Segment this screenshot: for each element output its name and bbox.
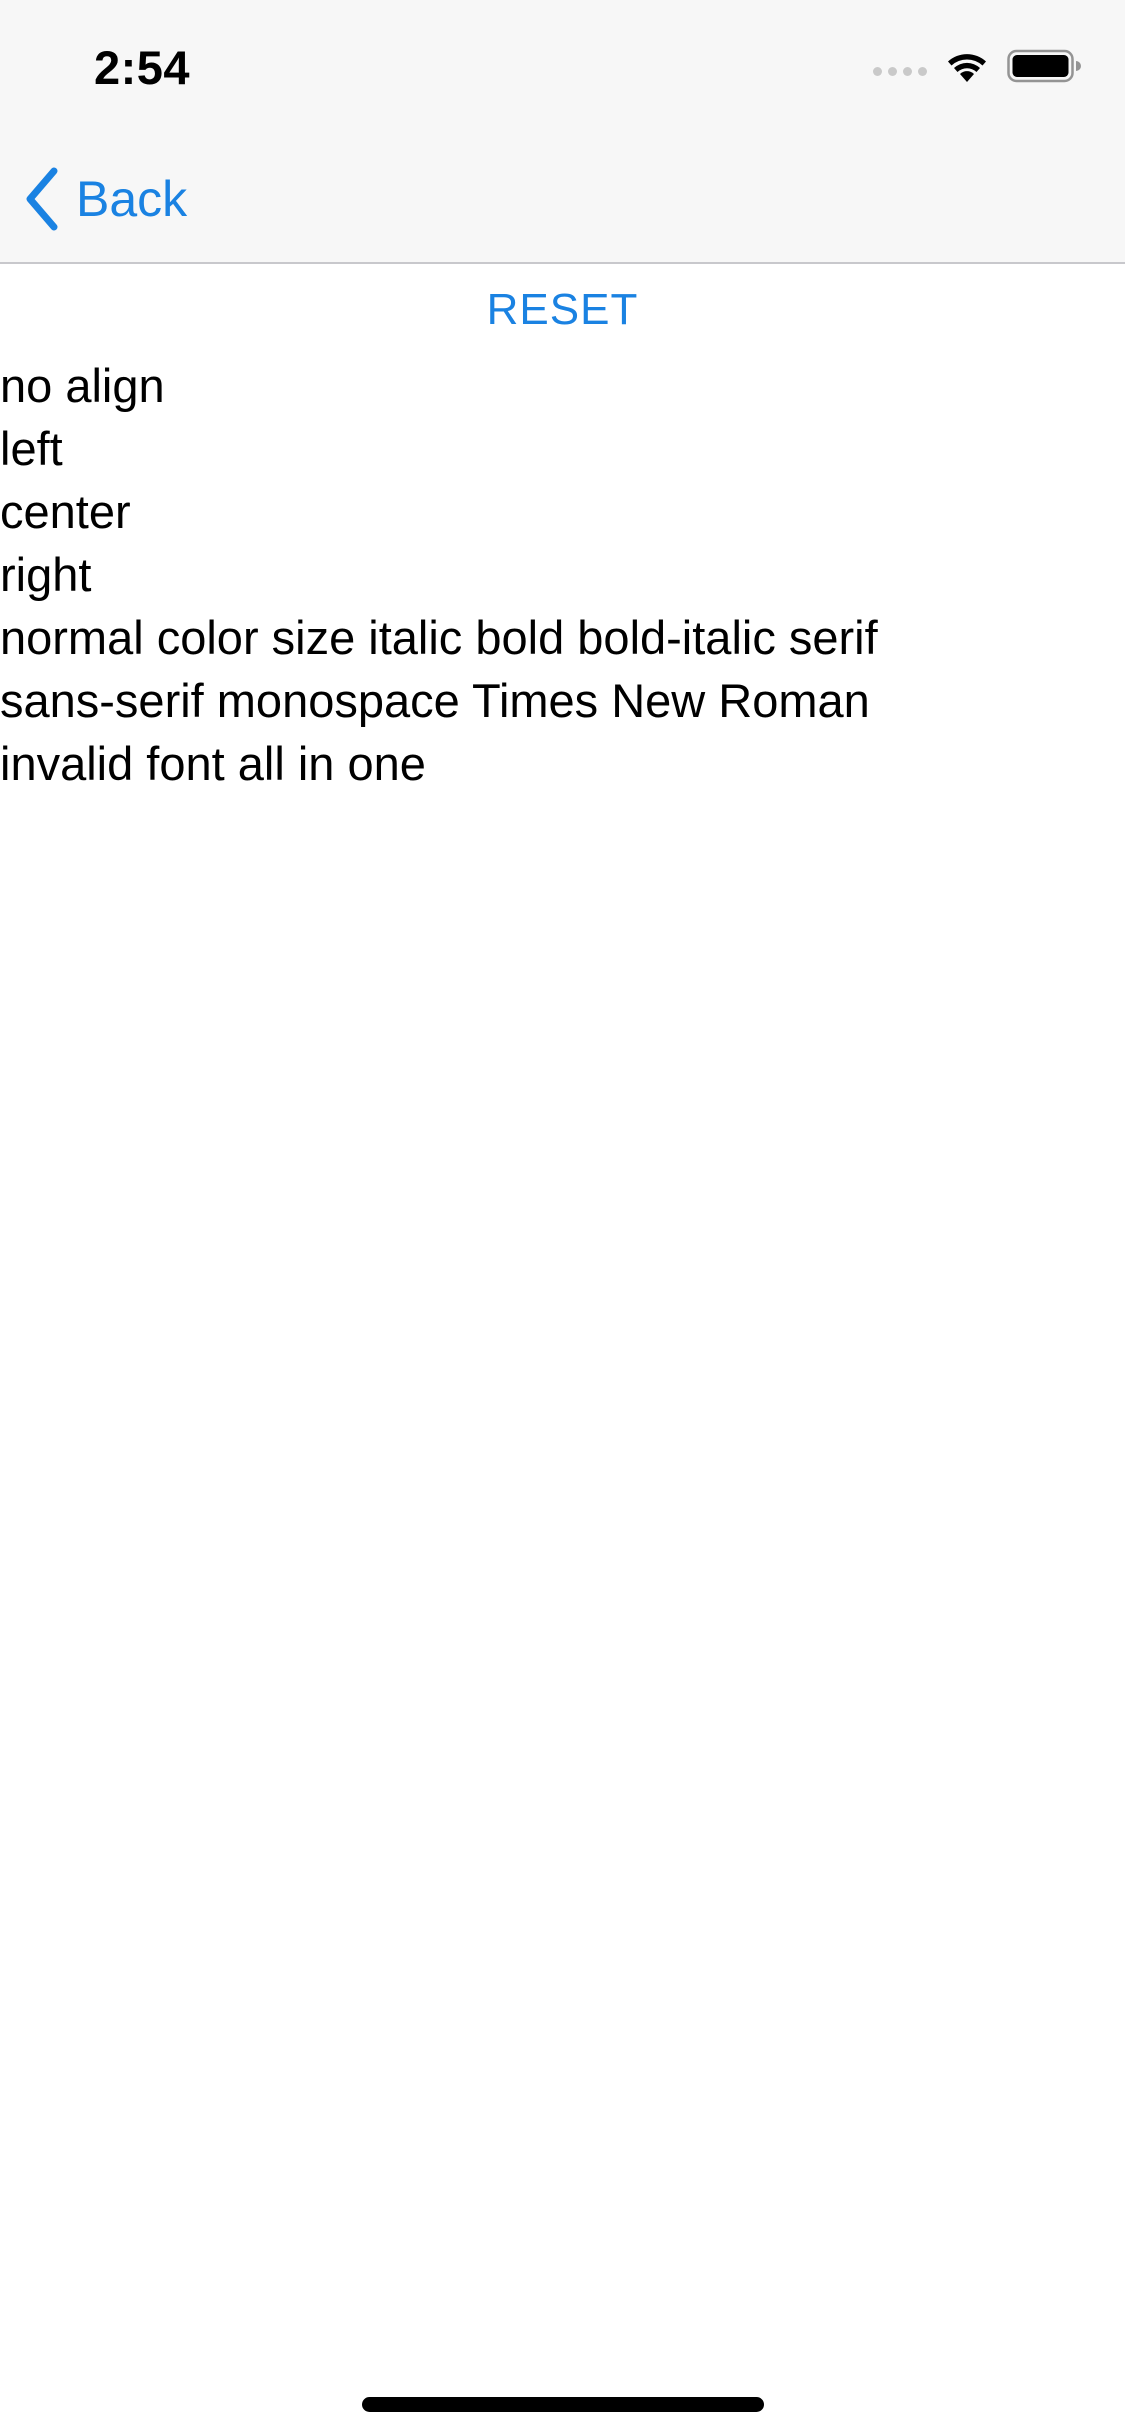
status-icons [873,46,1081,86]
battery-icon [1007,49,1081,83]
home-indicator [362,2397,764,2412]
wifi-icon [948,54,986,82]
text-list: no align left center right normal color … [0,354,1125,795]
text-line-styles: normal color size italic bold bold-itali… [0,611,878,664]
back-button[interactable]: Back [22,164,187,234]
text-line-no-align: no align [0,359,165,412]
text-line-invalid-font: invalid font all in one [0,737,426,790]
text-line-right: right [0,548,92,601]
cellular-signal-icon [873,46,927,86]
back-label: Back [76,171,188,227]
text-line-fonts: sans-serif monospace Times New Roman [0,674,870,727]
reset-button[interactable]: RESET [0,278,1125,342]
top-chrome: 2:54 Back [0,0,1125,264]
text-line-left: left [0,422,63,475]
chevron-left-icon [26,167,58,231]
text-line-center: center [0,485,131,538]
status-time: 2:54 [94,41,191,94]
